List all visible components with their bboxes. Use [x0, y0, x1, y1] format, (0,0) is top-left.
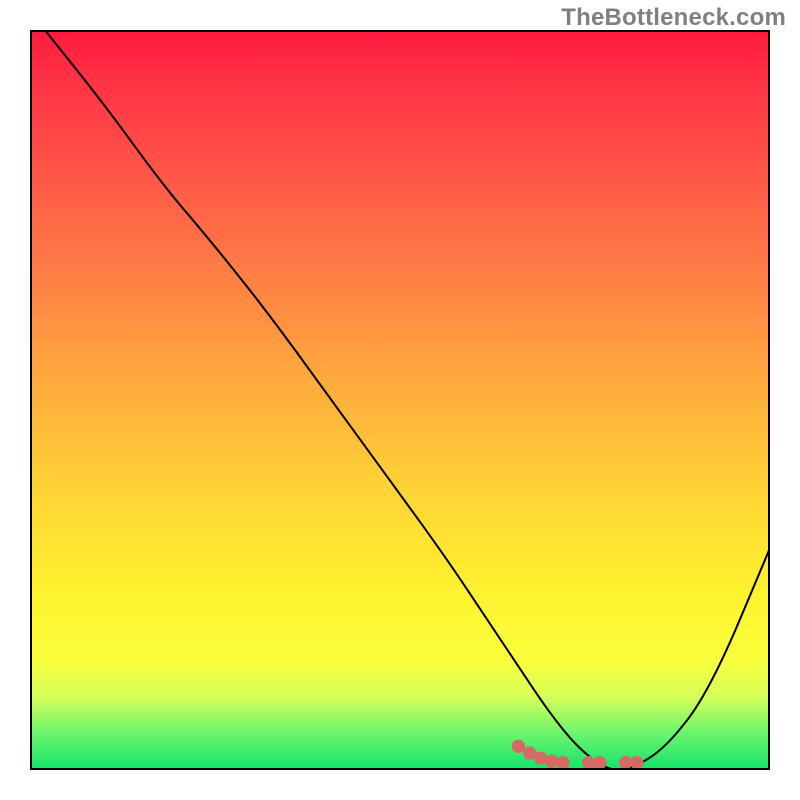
- highlight-dot: [556, 756, 569, 769]
- highlight-dots: [512, 740, 644, 770]
- chart-plot-svg: [30, 30, 770, 770]
- highlight-dot: [512, 740, 525, 753]
- bottleneck-curve-line: [45, 30, 770, 770]
- chart-container: TheBottleneck.com: [0, 0, 800, 800]
- highlight-dot: [630, 756, 643, 769]
- highlight-dot: [593, 756, 606, 769]
- watermark-text: TheBottleneck.com: [561, 4, 786, 32]
